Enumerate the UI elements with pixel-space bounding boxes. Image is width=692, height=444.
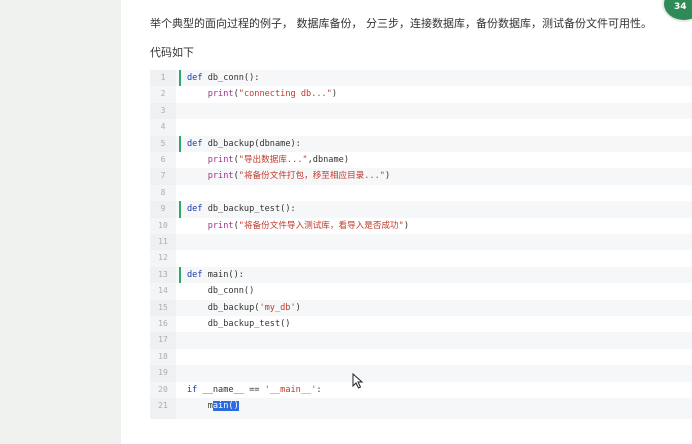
selected-text: ain() <box>212 401 239 411</box>
code-line: 3 <box>150 103 692 119</box>
article-intro: 举个典型的面向过程的例子， 数据库备份， 分三步，连接数据库，备份数据库，测试备… <box>150 17 652 30</box>
code-line: 14 db_conn() <box>150 283 692 300</box>
code-line: 1 def db_conn(): <box>150 70 692 87</box>
code-text: print("connecting db...") <box>207 89 338 100</box>
code-line: 11 <box>150 234 692 250</box>
code-line: 7 print("将备份文件打包，移至相应目录...") <box>150 168 692 184</box>
line-number: 2 <box>150 86 176 103</box>
line-number: 12 <box>150 250 176 267</box>
code-line: 18 <box>150 348 692 366</box>
code-line: 12 <box>150 250 692 267</box>
definition-marker <box>179 135 181 152</box>
code-line: 16 db_backup_test() <box>150 316 692 333</box>
line-number: 1 <box>160 73 166 82</box>
code-block[interactable]: 1 def db_conn(): 2 print("connecting db...… <box>150 70 692 419</box>
code-line: 17 <box>150 332 692 348</box>
code-line: 13 def main(): <box>150 266 692 284</box>
code-text: db_backup('my_db') <box>187 302 301 313</box>
line-number: 4 <box>150 119 176 136</box>
code-line: 15 db_backup('my_db') <box>150 300 692 316</box>
line-number: 16 <box>150 316 176 333</box>
line-number: 11 <box>158 237 168 246</box>
code-text: def main(): <box>187 269 244 280</box>
line-number: 14 <box>150 283 176 300</box>
mouse-pointer-icon <box>352 373 364 389</box>
code-line: 21 main() <box>150 398 692 414</box>
code-line: 6 print("导出数据库...",dbname) <box>150 152 692 169</box>
code-line: 8 <box>150 184 692 202</box>
definition-marker <box>179 266 181 284</box>
line-number: 19 <box>158 368 168 378</box>
code-text: def db_backup(dbname): <box>187 138 301 149</box>
left-rail <box>0 0 121 444</box>
definition-marker <box>179 70 181 87</box>
code-text: print("将备份文件导入测试库，看导入是否成功") <box>207 220 409 231</box>
code-text: print("将备份文件打包，移至相应目录...") <box>207 171 391 182</box>
line-number: 15 <box>158 302 168 312</box>
definition-marker <box>179 201 181 218</box>
code-line: 19 <box>150 365 692 381</box>
line-number: 5 <box>160 138 166 148</box>
code-line: 10 print("将备份文件导入测试库，看导入是否成功") <box>150 217 692 234</box>
code-text: print("导出数据库...",dbname) <box>207 155 350 165</box>
line-number: 13 <box>158 269 168 279</box>
code-line: 20 if __name__ == '__main__': <box>150 381 692 398</box>
code-text: db_conn() <box>187 286 255 297</box>
line-number: 21 <box>158 401 168 410</box>
code-text: main() <box>187 401 239 411</box>
code-intro-label: 代码如下 <box>150 46 194 59</box>
line-number: 17 <box>158 335 168 345</box>
code-text: if __name__ == '__main__': <box>187 384 322 395</box>
code-line: 4 <box>150 119 692 136</box>
line-number: 10 <box>150 217 176 234</box>
line-number: 18 <box>150 348 176 366</box>
line-number: 20 <box>150 381 176 398</box>
progress-badge-text: 34 <box>674 2 687 12</box>
line-number: 6 <box>150 152 176 169</box>
code-text: db_backup_test() <box>187 319 291 329</box>
line-number: 8 <box>150 184 176 202</box>
code-line: 5 def db_backup(dbname): <box>150 135 692 152</box>
code-line: 2 print("connecting db...") <box>150 86 692 103</box>
line-number: 7 <box>160 171 166 181</box>
code-line: 9 def db_backup_test(): <box>150 201 692 218</box>
article-content: 举个典型的面向过程的例子， 数据库备份， 分三步，连接数据库，备份数据库，测试备… <box>121 0 692 444</box>
code-text: def db_conn(): <box>187 73 260 83</box>
line-number: 3 <box>160 105 166 115</box>
code-text: def db_backup_test(): <box>187 204 296 215</box>
line-number: 9 <box>160 204 166 214</box>
